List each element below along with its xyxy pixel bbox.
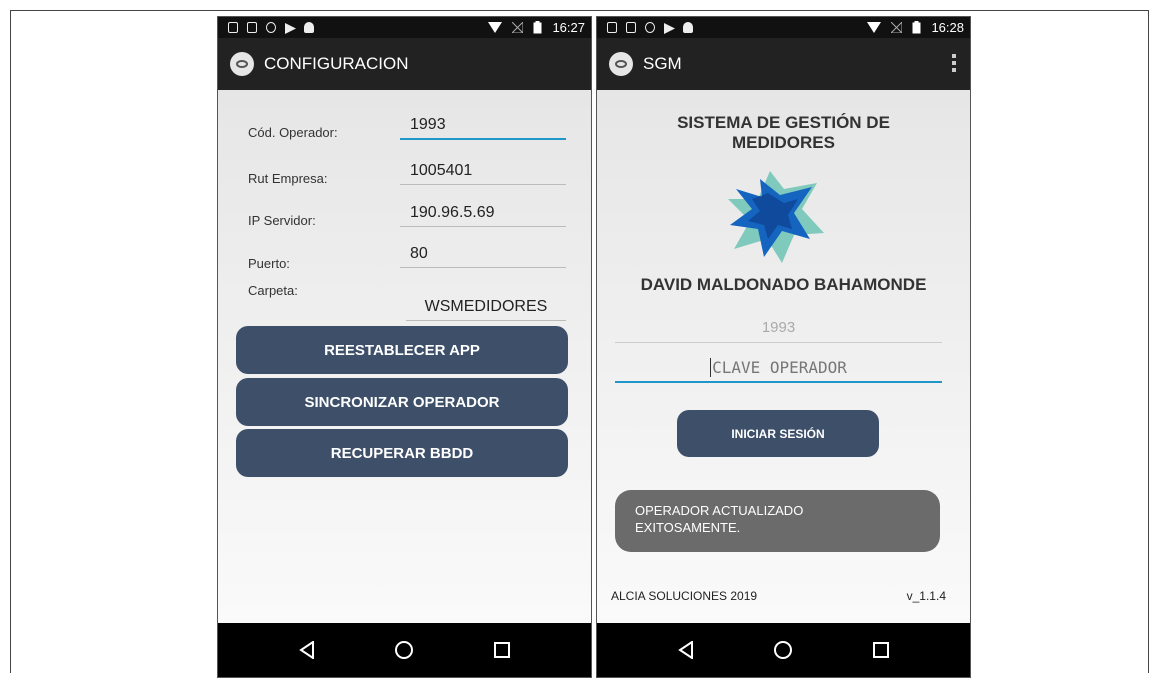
config-form: Cód. Operador: 1993 Rut Empresa: 1005401… <box>218 90 591 623</box>
app-bar: CONFIGURACION <box>218 38 591 90</box>
recents-icon[interactable] <box>867 636 895 664</box>
field-label: IP Servidor: <box>248 213 316 228</box>
operator-code-input[interactable]: 1993 <box>400 116 566 140</box>
status-time: 16:27 <box>552 20 585 35</box>
login-button[interactable]: INICIAR SESIÓN <box>677 410 879 457</box>
field-label: Puerto: <box>248 256 290 271</box>
field-label: Carpeta: <box>248 283 298 298</box>
operator-code-field: 1993 <box>615 319 942 343</box>
notification-icon <box>607 22 617 33</box>
android-icon <box>683 22 693 33</box>
play-store-icon <box>285 22 296 34</box>
folder-input[interactable]: WSMEDIDORES <box>406 298 566 321</box>
login-form: SISTEMA DE GESTIÓN DE MEDIDORES DAVID MA… <box>597 90 970 623</box>
app-logo-icon <box>230 52 254 76</box>
footer-version: v_1.1.4 <box>906 589 946 603</box>
app-title: CONFIGURACION <box>264 54 409 73</box>
toast-line1: OPERADOR ACTUALIZADO <box>635 503 804 518</box>
toast-line2: EXITOSAMENTE. <box>635 520 741 535</box>
notification-icon <box>228 22 238 33</box>
overflow-menu-icon[interactable] <box>952 54 956 72</box>
notification-icon <box>645 22 655 33</box>
battery-icon <box>533 21 542 34</box>
app-title: SGM <box>643 54 682 73</box>
recover-db-button[interactable]: RECUPERAR BBDD <box>236 429 568 477</box>
battery-icon <box>912 21 921 34</box>
operator-name: DAVID MALDONADO BAHAMONDE <box>640 275 927 294</box>
signal-icon <box>512 22 524 33</box>
nav-bar <box>218 623 591 677</box>
nav-bar <box>597 623 970 677</box>
home-icon[interactable] <box>769 636 797 664</box>
image-icon <box>626 22 636 33</box>
back-icon[interactable] <box>672 636 700 664</box>
password-placeholder: CLAVE OPERADOR <box>712 358 847 377</box>
system-title-line1: SISTEMA DE GESTIÓN DE <box>677 113 890 132</box>
field-label: Rut Empresa: <box>248 171 328 186</box>
password-input[interactable]: CLAVE OPERADOR <box>615 358 942 383</box>
back-icon[interactable] <box>293 636 321 664</box>
app-bar: SGM <box>597 38 970 90</box>
operator-code-row: Cód. Operador: 1993 <box>248 116 568 156</box>
toast-message: OPERADOR ACTUALIZADO EXITOSAMENTE. <box>615 490 940 552</box>
server-ip-input[interactable]: 190.96.5.69 <box>400 204 566 227</box>
footer-company: ALCIA SOLUCIONES 2019 <box>611 589 758 603</box>
folder-row: Carpeta: WSMEDIDORES <box>248 283 568 323</box>
status-bar: 16:27 <box>218 17 591 38</box>
signal-icon <box>891 22 903 33</box>
status-time: 16:28 <box>931 20 964 35</box>
field-label: Cód. Operador: <box>248 125 338 140</box>
image-icon <box>247 22 257 33</box>
company-rut-input[interactable]: 1005401 <box>400 162 566 185</box>
star-logo-icon <box>728 171 824 263</box>
status-bar: 16:28 <box>597 17 970 38</box>
company-rut-row: Rut Empresa: 1005401 <box>248 162 568 202</box>
app-logo-icon <box>609 52 633 76</box>
system-title: SISTEMA DE GESTIÓN DE MEDIDORES <box>597 113 970 153</box>
config-screen: 16:27 CONFIGURACION Cód. Operador: 1993 … <box>217 16 592 678</box>
recents-icon[interactable] <box>488 636 516 664</box>
android-icon <box>304 22 314 33</box>
wifi-icon <box>488 22 503 33</box>
port-row: Puerto: 80 <box>248 245 568 285</box>
wifi-icon <box>867 22 882 33</box>
notification-icon <box>266 22 276 33</box>
system-title-line2: MEDIDORES <box>732 133 835 152</box>
reset-app-button[interactable]: REESTABLECER APP <box>236 326 568 374</box>
port-input[interactable]: 80 <box>400 245 566 268</box>
server-ip-row: IP Servidor: 190.96.5.69 <box>248 204 568 244</box>
play-store-icon <box>664 22 675 34</box>
login-screen: 16:28 SGM SISTEMA DE GESTIÓN DE MEDIDORE… <box>596 16 971 678</box>
sync-operator-button[interactable]: SINCRONIZAR OPERADOR <box>236 378 568 426</box>
home-icon[interactable] <box>390 636 418 664</box>
